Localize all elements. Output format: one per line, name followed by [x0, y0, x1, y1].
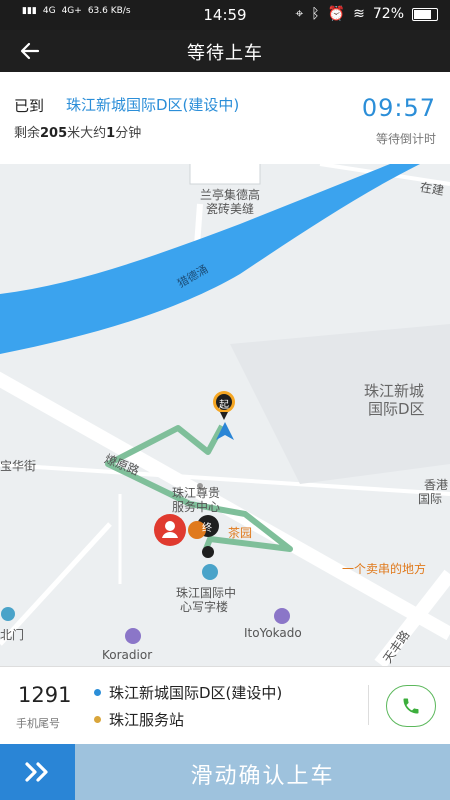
- remaining-suffix: 分钟: [115, 126, 142, 141]
- battery-icon: [412, 7, 438, 21]
- phone-tail-number: 1291: [18, 683, 72, 707]
- wifi-icon: ≋: [353, 6, 365, 22]
- alarm-icon: ⏰: [327, 6, 346, 22]
- arrived-prefix: 已到: [14, 97, 45, 115]
- map-view[interactable]: 兰亭集德高 瓷砖美缝 猎德涌 珠江新城 国际D区 燎原路 宝华街 珠江尊贵 服务…: [0, 164, 450, 666]
- divider: [368, 685, 369, 725]
- driver-avatar-marker: [154, 514, 186, 546]
- map-label-office-b: 心写字楼: [180, 600, 229, 614]
- map-label-zjxc-b: 国际D区: [368, 400, 425, 418]
- gate-icon: [1, 607, 15, 621]
- call-button[interactable]: [386, 685, 436, 727]
- clothing-icon: [125, 628, 141, 644]
- remaining-distance: 205: [40, 126, 68, 141]
- arrived-place: 珠江新城国际D区(建设中): [66, 96, 240, 114]
- remaining-prefix: 剩余: [14, 126, 41, 141]
- location-icon: ⌖: [295, 6, 304, 22]
- bluetooth-icon: ᛒ: [311, 6, 320, 22]
- countdown-timer: 09:57: [361, 94, 436, 122]
- double-chevron-right-icon: [24, 762, 48, 782]
- shopping-icon: [274, 608, 290, 624]
- phone-icon: [403, 698, 419, 714]
- dropoff-dot-icon: [94, 716, 101, 723]
- remaining-distance-text: 剩余205米大约1分钟: [14, 122, 141, 141]
- arrival-info-panel: 已到 珠江新城国际D区(建设中) 剩余205米大约1分钟 09:57 等待倒计时: [0, 72, 450, 165]
- map-label-koradior: Koradior: [102, 648, 153, 662]
- map-label-north-gate: 北门: [0, 628, 25, 642]
- map-label-teahouse: 茶园: [228, 526, 253, 540]
- map-label-zqjg: 宝华街: [0, 459, 37, 473]
- pickup-dot-icon: [94, 689, 101, 696]
- map-label-intl: 国际: [418, 492, 443, 506]
- map-label-shop: 一个卖串的地方: [342, 562, 427, 576]
- navigation-bar: 等待上车: [0, 30, 450, 72]
- slide-handle[interactable]: [0, 744, 75, 800]
- remaining-middle: 米大约: [67, 126, 107, 141]
- status-bar: ▮▮▮ 4G 4G+ 63.6 KB/s 14:59 ⌖ ᛒ ⏰ ≋ 72%: [0, 0, 450, 30]
- page-title: 等待上车: [187, 43, 263, 64]
- countdown-label: 等待倒计时: [375, 132, 436, 146]
- trip-info-panel: 1291 手机尾号 珠江新城国际D区(建设中) 珠江服务站: [0, 666, 450, 745]
- slide-confirm-bar[interactable]: 滑动确认上车: [0, 744, 450, 800]
- map-label-ito: ItoYokado: [244, 626, 302, 640]
- dropoff-location: 珠江服务站: [109, 711, 185, 729]
- dropoff-stop: 珠江服务站: [94, 709, 184, 730]
- pickup-stop: 珠江新城国际D区(建设中): [94, 682, 282, 703]
- office-building-icon: [202, 564, 218, 580]
- map-label-zjzg-b: 服务中心: [172, 500, 221, 514]
- pickup-location: 珠江新城国际D区(建设中): [109, 684, 283, 702]
- system-icons: ⌖ ᛒ ⏰ ≋ 72%: [295, 6, 438, 22]
- remaining-minutes: 1: [106, 126, 116, 141]
- building-block: [189, 164, 261, 185]
- start-marker-label: 起: [219, 400, 229, 411]
- slide-confirm-label: 滑动确认上车: [190, 764, 335, 789]
- map-label-p1b: 瓷砖美缝: [206, 202, 255, 216]
- battery-percent: 72%: [372, 6, 404, 22]
- phone-tail-label: 手机尾号: [16, 717, 60, 730]
- end-marker-label: 终: [202, 523, 212, 534]
